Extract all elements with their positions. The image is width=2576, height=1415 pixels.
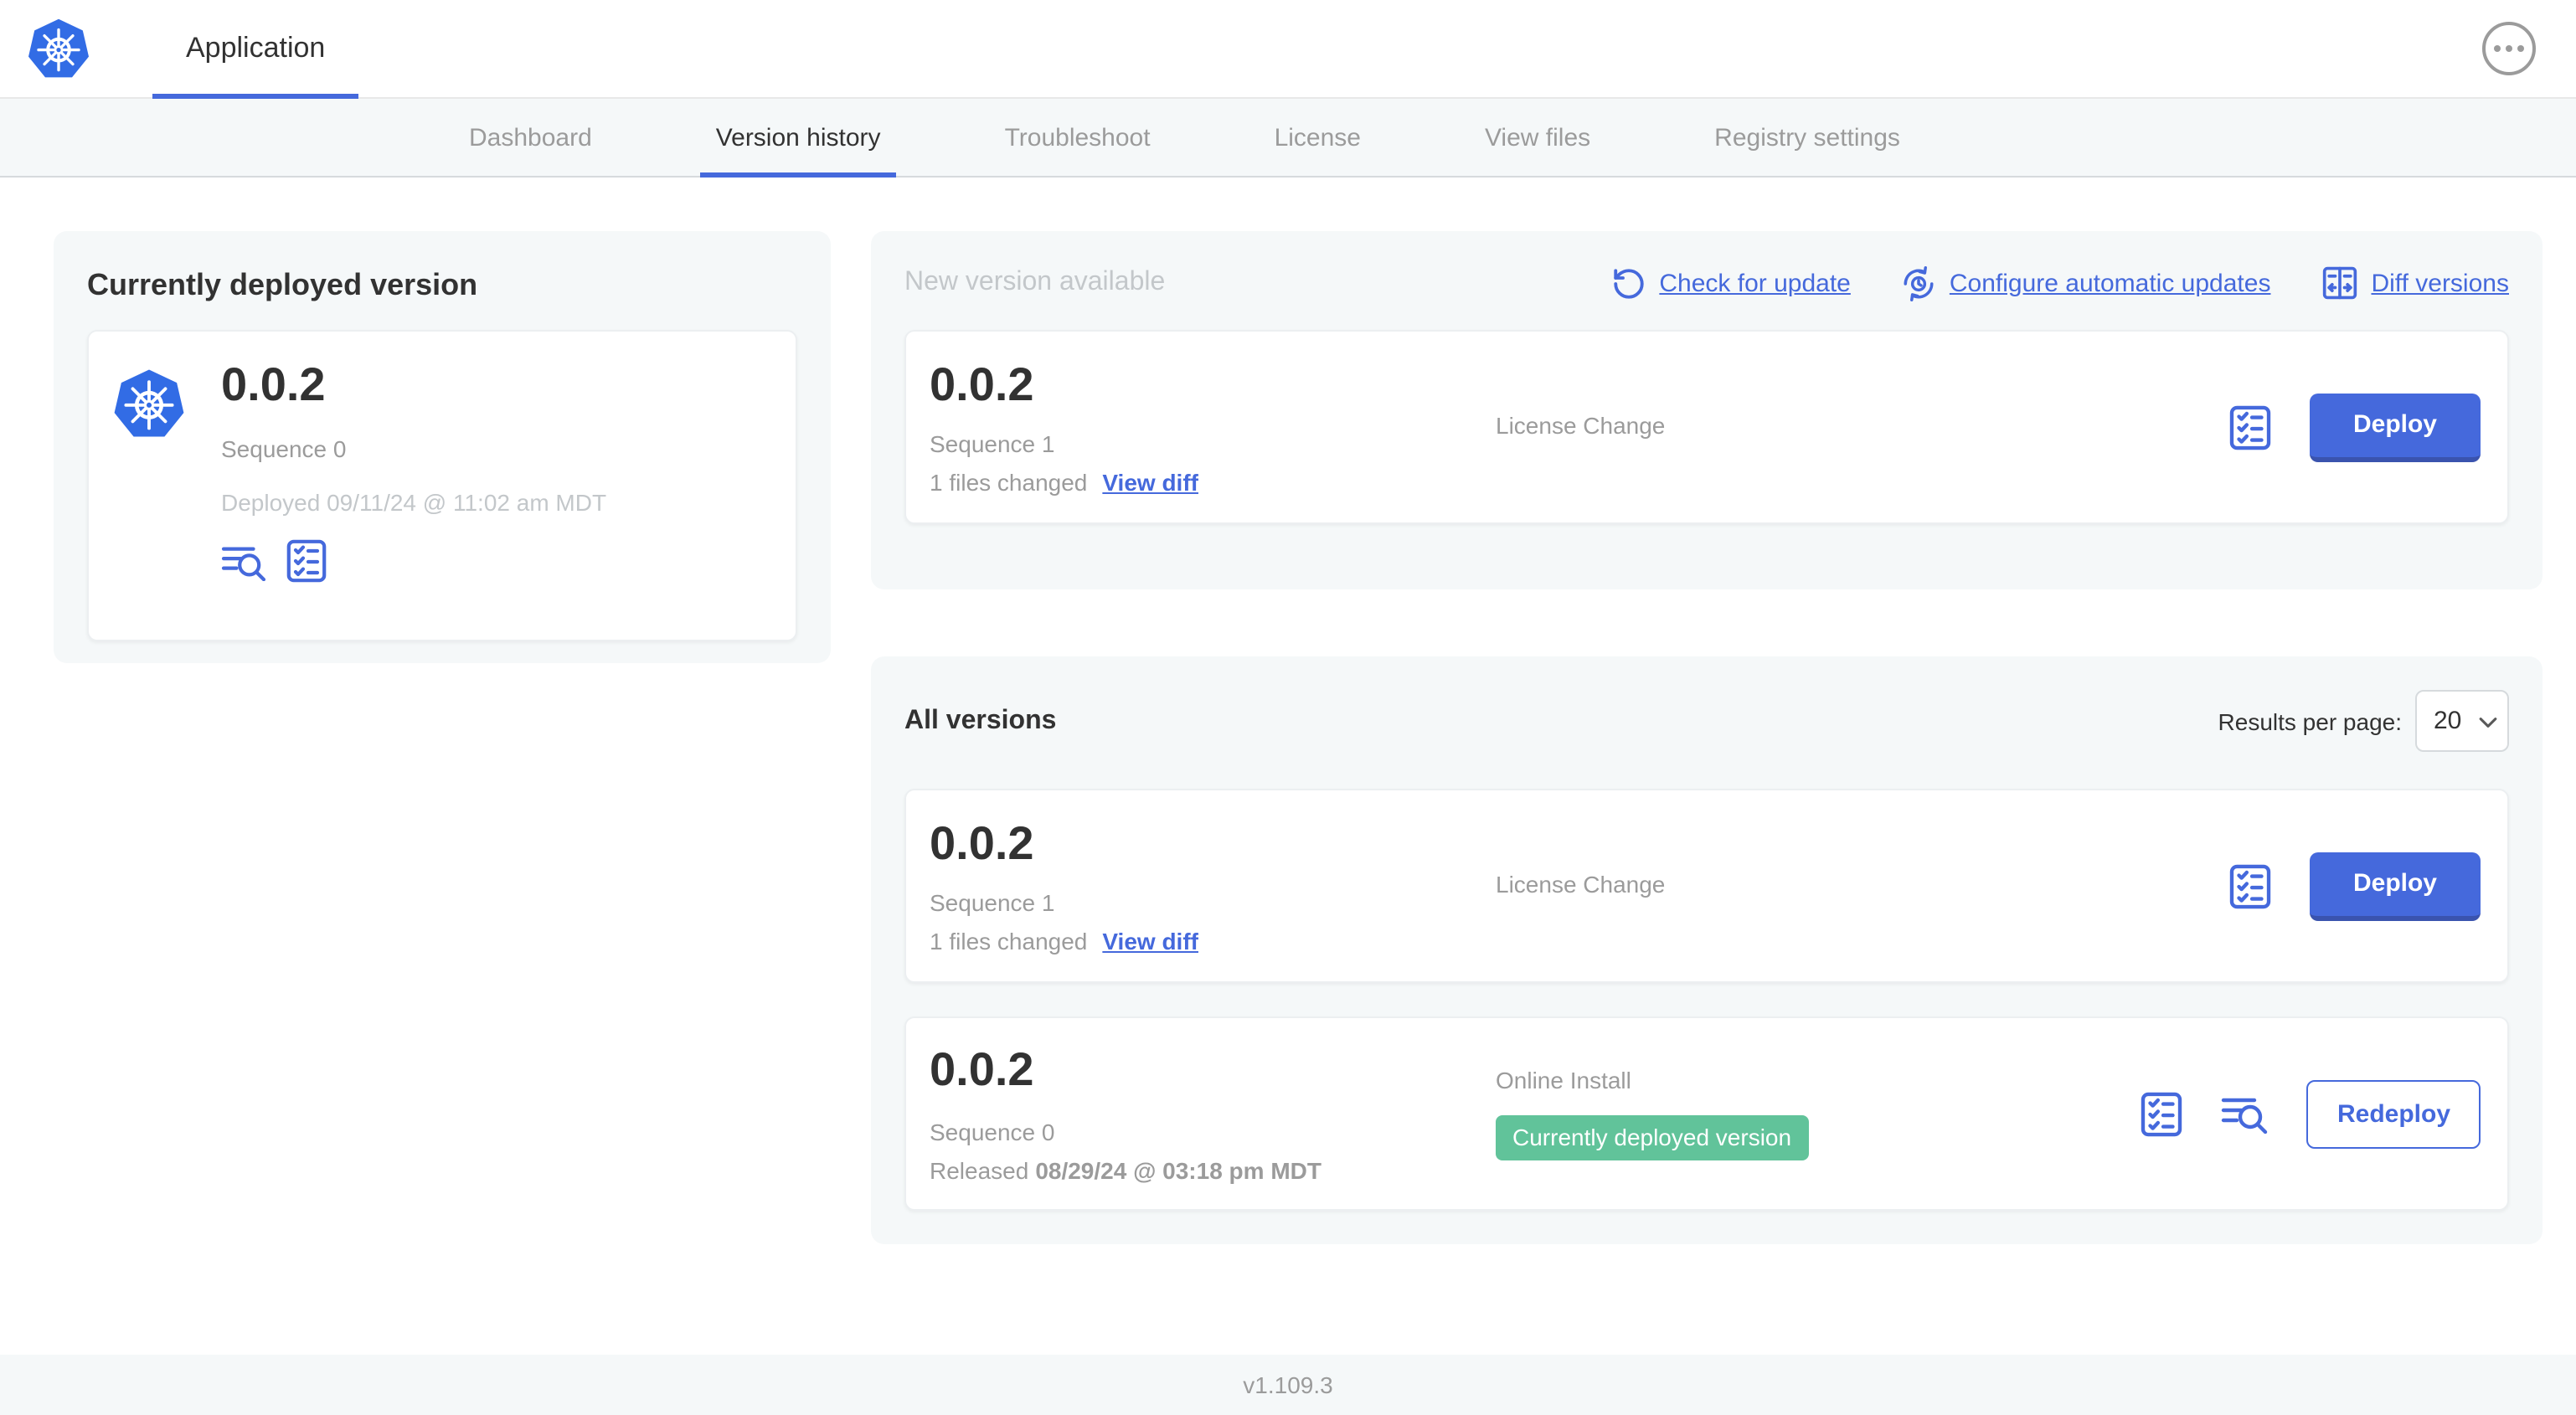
released-timestamp: Released 08/29/24 @ 03:18 pm MDT — [930, 1156, 1496, 1183]
console-version: v1.109.3 — [1243, 1371, 1333, 1398]
diff-versions-link[interactable]: Diff versions — [2321, 265, 2509, 301]
diff-columns-icon — [2322, 266, 2357, 300]
new-version-card: New version available Check for update C… — [871, 231, 2543, 589]
kubernetes-logo-icon — [28, 18, 89, 78]
app-footer: v1.109.3 — [0, 1355, 2576, 1415]
app-tab-application[interactable]: Application — [152, 0, 359, 99]
app-subnav: Dashboard Version history Troubleshoot L… — [0, 99, 2576, 178]
preflight-checklist-icon — [2229, 404, 2271, 450]
new-version-title: New version available — [904, 268, 1166, 296]
deploy-button[interactable]: Deploy — [2309, 852, 2481, 920]
version-info: 0.0.2 Sequence 1 1 files changed View di… — [930, 359, 1496, 495]
all-versions-header: All versions Results per page: 20 — [904, 690, 2509, 752]
app-title: Application — [186, 32, 326, 64]
version-sequence: Sequence 1 — [930, 430, 1055, 457]
files-changed-row: 1 files changed View diff — [930, 927, 1496, 954]
version-sequence: Sequence 1 — [930, 888, 1055, 916]
deployed-actions — [221, 539, 606, 583]
files-changed-text: 1 files changed — [930, 927, 1088, 954]
currently-deployed-badge: Currently deployed version — [1496, 1115, 1809, 1160]
deployed-version-number: 0.0.2 — [221, 358, 326, 410]
version-source: License Change — [1496, 412, 2229, 442]
scheduled-update-icon — [1904, 265, 1934, 301]
deployed-sequence: Sequence 0 — [221, 435, 347, 463]
version-number: 0.0.2 — [930, 1043, 1034, 1096]
deployed-card-title: Currently deployed version — [87, 268, 478, 301]
check-for-update-link[interactable]: Check for update — [1610, 265, 1851, 301]
preflight-checklist-icon — [2229, 863, 2271, 908]
right-column: New version available Check for update C… — [871, 231, 2543, 1244]
source-label: Online Install — [1496, 1067, 1631, 1093]
new-version-row: 0.0.2 Sequence 1 1 files changed View di… — [904, 330, 2509, 524]
tab-troubleshoot[interactable]: Troubleshoot — [1005, 99, 1151, 176]
source-label: License Change — [1496, 871, 1666, 898]
view-logs-button[interactable] — [221, 542, 266, 581]
files-changed-row: 1 files changed View diff — [930, 468, 1496, 495]
tab-dashboard[interactable]: Dashboard — [469, 99, 592, 176]
new-version-header: New version available Check for update C… — [904, 265, 2509, 301]
tab-view-files[interactable]: View files — [1485, 99, 1590, 176]
preflight-checks-button[interactable] — [2229, 404, 2271, 450]
brand-area: Application — [0, 0, 359, 99]
more-menu-button[interactable] — [2482, 22, 2536, 75]
version-info: 0.0.2 Sequence 0 Released 08/29/24 @ 03:1… — [930, 1044, 1496, 1183]
version-source: Online Install Currently deployed versio… — [1496, 1067, 2141, 1160]
version-row-actions: Redeploy — [2141, 1079, 2484, 1148]
app-header: Application — [0, 0, 2576, 99]
source-label: License Change — [1496, 412, 1666, 439]
deploy-button[interactable]: Deploy — [2309, 393, 2481, 461]
kots-admin-console: Application Dashboard Version history Tr… — [0, 0, 2576, 1415]
version-number: 0.0.2 — [930, 358, 1034, 411]
version-row-sequence-1: 0.0.2 Sequence 1 1 files changed View di… — [904, 789, 2509, 983]
results-per-page-select[interactable]: 20 — [2415, 690, 2509, 752]
preflight-checks-button[interactable] — [2141, 1091, 2183, 1136]
currently-deployed-card: Currently deployed version 0.0.2 Sequenc… — [54, 231, 831, 663]
version-sequence: Sequence 0 — [930, 1118, 1055, 1145]
deployed-timestamp: Deployed 09/11/24 @ 11:02 am MDT — [221, 489, 607, 517]
deployed-version-meta: 0.0.2 Sequence 0 Deployed 09/11/24 @ 11:… — [221, 358, 606, 583]
view-diff-link[interactable]: View diff — [1102, 927, 1198, 954]
released-date: 08/29/24 @ 03:18 pm MDT — [1035, 1156, 1321, 1184]
version-actions: Check for update Configure automatic upd… — [1610, 265, 2509, 301]
all-versions-title: All versions — [904, 706, 1057, 734]
version-info: 0.0.2 Sequence 1 1 files changed View di… — [930, 818, 1496, 954]
tab-version-history[interactable]: Version history — [700, 99, 897, 178]
main-content: Currently deployed version 0.0.2 Sequenc… — [0, 178, 2576, 1355]
results-per-page: Results per page: 20 — [2218, 690, 2509, 752]
all-versions-card: All versions Results per page: 20 0.0.2 … — [871, 656, 2543, 1244]
files-changed-text: 1 files changed — [930, 468, 1088, 496]
view-logs-icon — [221, 546, 266, 581]
version-row-sequence-0: 0.0.2 Sequence 0 Released 08/29/24 @ 03:1… — [904, 1016, 2509, 1211]
refresh-ccw-icon — [1613, 268, 1644, 298]
view-diff-link[interactable]: View diff — [1102, 468, 1198, 495]
released-label: Released — [930, 1156, 1029, 1184]
preflight-checks-button[interactable] — [2229, 863, 2271, 908]
tab-registry-settings[interactable]: Registry settings — [1714, 99, 1900, 176]
results-per-page-label: Results per page: — [2218, 708, 2402, 734]
configure-automatic-updates-link[interactable]: Configure automatic updates — [1901, 265, 2270, 301]
view-logs-button[interactable] — [2222, 1093, 2269, 1134]
deployed-version-panel: 0.0.2 Sequence 0 Deployed 09/11/24 @ 11:… — [87, 330, 797, 641]
app-icon-kubernetes — [114, 369, 184, 437]
preflight-checklist-icon — [2141, 1091, 2183, 1136]
version-row-actions: Deploy — [2229, 852, 2484, 920]
version-source: License Change — [1496, 871, 2229, 901]
redeploy-button[interactable]: Redeploy — [2306, 1079, 2481, 1148]
version-row-actions: Deploy — [2229, 393, 2484, 461]
tab-license[interactable]: License — [1275, 99, 1361, 176]
view-logs-icon — [2222, 1098, 2269, 1134]
preflight-checks-button[interactable] — [286, 539, 327, 583]
preflight-checklist-icon — [286, 540, 327, 583]
version-number: 0.0.2 — [930, 817, 1034, 870]
ellipsis-icon — [2494, 45, 2524, 52]
